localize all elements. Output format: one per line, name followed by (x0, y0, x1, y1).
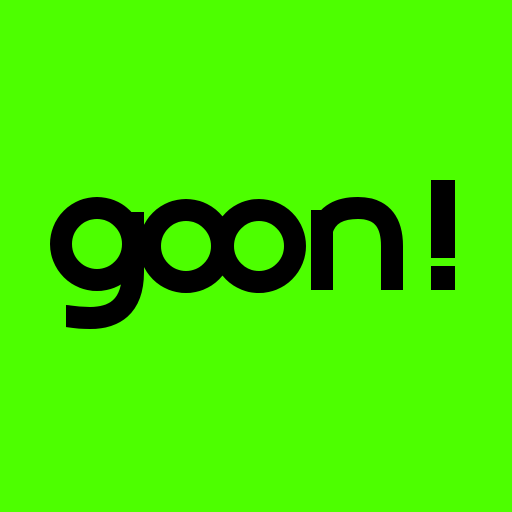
letter-exclamation (431, 180, 455, 290)
letter-o-first (139, 199, 233, 293)
letter-o-second (212, 199, 306, 293)
wordmark-letters (50, 197, 403, 329)
letter-n (311, 197, 403, 290)
letter-g (50, 197, 144, 329)
logo-canvas: goon! (0, 0, 512, 512)
goon-wordmark-logo (50, 180, 455, 329)
